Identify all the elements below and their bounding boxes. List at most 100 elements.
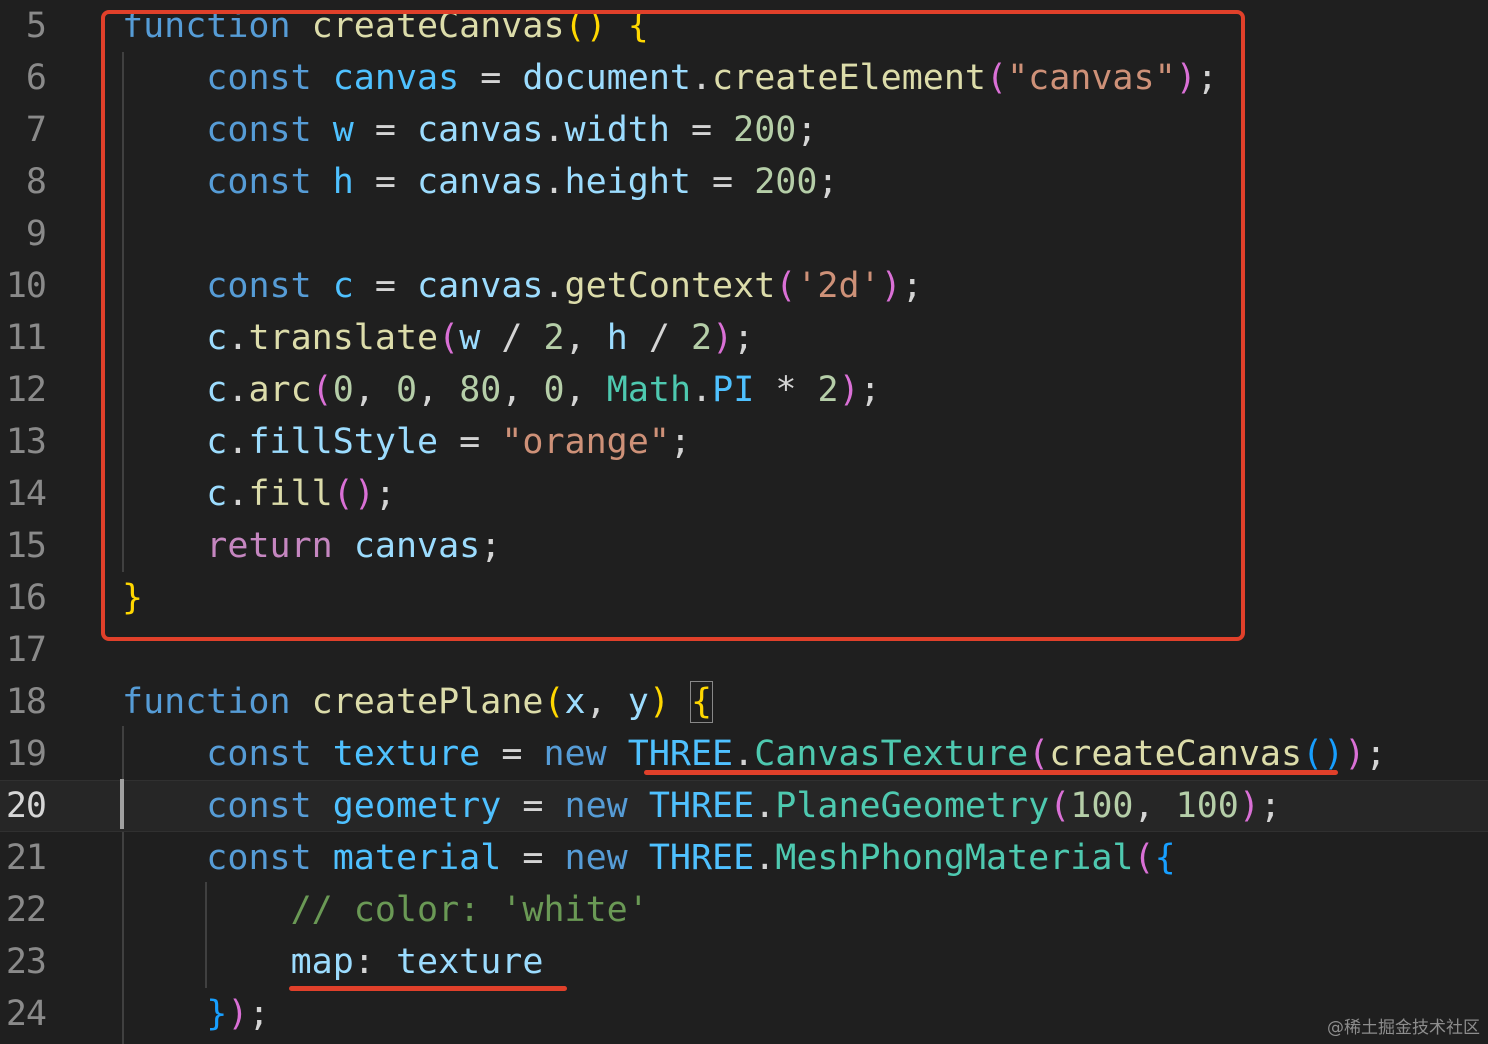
code-token: y [627, 682, 649, 722]
line-number: 8 [25, 162, 47, 202]
code-token: const [206, 786, 312, 826]
line-number: 16 [5, 578, 47, 618]
code-token: material [332, 838, 502, 878]
line-number: 21 [5, 838, 47, 878]
line-number: 24 [5, 994, 47, 1034]
code-token: new [543, 734, 607, 774]
underline-canvas-texture [644, 770, 1338, 775]
code-token: 100 [1070, 786, 1134, 826]
code-token: ( [1028, 734, 1050, 774]
line-number: 10 [5, 266, 47, 306]
code-token: geometry [332, 786, 502, 826]
code-token: { [1154, 838, 1176, 878]
code-text: function createPlane(x, y) { [122, 676, 714, 728]
code-token: . [754, 838, 776, 878]
code-token: , [585, 682, 628, 722]
line-number: 17 [5, 630, 47, 670]
code-token: CanvasTexture [754, 734, 1029, 774]
line-number: 14 [5, 474, 47, 514]
line-number: 5 [25, 6, 47, 46]
code-line[interactable]: 22 // color: 'white' [0, 884, 1488, 936]
code-token: THREE [648, 838, 755, 878]
code-token: new [564, 838, 628, 878]
code-token: , [1133, 786, 1176, 826]
highlight-box-createCanvas [101, 10, 1245, 641]
code-token: ; [248, 994, 270, 1034]
code-token: ) [648, 682, 670, 722]
code-token: new [564, 786, 628, 826]
line-number: 23 [5, 942, 47, 982]
code-token: ( [1049, 786, 1071, 826]
code-token: texture [332, 734, 481, 774]
code-line[interactable]: 23 map: texture [0, 936, 1488, 988]
current-line-marker [120, 779, 124, 829]
code-token: ( [1133, 838, 1155, 878]
code-token: createCanvas [1049, 734, 1303, 774]
underline-map-texture [289, 986, 567, 991]
code-token: = [501, 786, 565, 826]
line-number: 11 [5, 318, 47, 358]
line-number: 13 [5, 422, 47, 462]
code-token: . [754, 786, 776, 826]
code-token: () [1302, 734, 1345, 774]
code-token: const [206, 838, 312, 878]
code-token: function [122, 682, 291, 722]
line-number: 20 [5, 786, 47, 826]
line-number: 12 [5, 370, 47, 410]
line-number: 18 [5, 682, 47, 722]
code-line[interactable]: 20 const geometry = new THREE.PlaneGeome… [0, 780, 1488, 832]
code-token: x [564, 682, 586, 722]
code-text: }); [122, 988, 270, 1040]
code-token: . [733, 734, 755, 774]
code-token: ; [1259, 786, 1282, 826]
line-number: 22 [5, 890, 47, 930]
code-token: const [206, 734, 312, 774]
line-number: 6 [25, 58, 47, 98]
code-token: texture [395, 942, 544, 982]
code-token: map [290, 942, 354, 982]
code-token: // color: 'white' [290, 890, 649, 930]
code-token: createPlane [311, 682, 544, 722]
code-token: { [689, 681, 714, 723]
code-token: = [501, 838, 565, 878]
line-number: 19 [5, 734, 47, 774]
code-text: const geometry = new THREE.PlaneGeometry… [122, 781, 1281, 831]
code-token: ) [227, 994, 249, 1034]
code-token: PlaneGeometry [775, 786, 1050, 826]
code-line[interactable]: 24 }); [0, 988, 1488, 1040]
line-number: 15 [5, 526, 47, 566]
line-number: 9 [25, 214, 47, 254]
code-token: } [206, 994, 228, 1034]
code-text: // color: 'white' [122, 884, 649, 936]
code-token: : [353, 942, 396, 982]
watermark: @稀土掘金技术社区 [1327, 1018, 1480, 1038]
code-token: ; [1365, 734, 1387, 774]
code-token: ) [1344, 734, 1366, 774]
code-token: = [480, 734, 544, 774]
code-text: map: texture [122, 936, 544, 988]
code-line[interactable]: 21 const material = new THREE.MeshPhongM… [0, 832, 1488, 884]
code-token: 100 [1175, 786, 1239, 826]
code-token: MeshPhongMaterial [775, 838, 1134, 878]
code-token: ( [543, 682, 565, 722]
code-token: THREE [627, 734, 734, 774]
line-number: 7 [25, 110, 47, 150]
code-token: THREE [648, 786, 755, 826]
code-line[interactable]: 18 function createPlane(x, y) { [0, 676, 1488, 728]
code-token: ) [1238, 786, 1260, 826]
code-text: const material = new THREE.MeshPhongMate… [122, 832, 1176, 884]
